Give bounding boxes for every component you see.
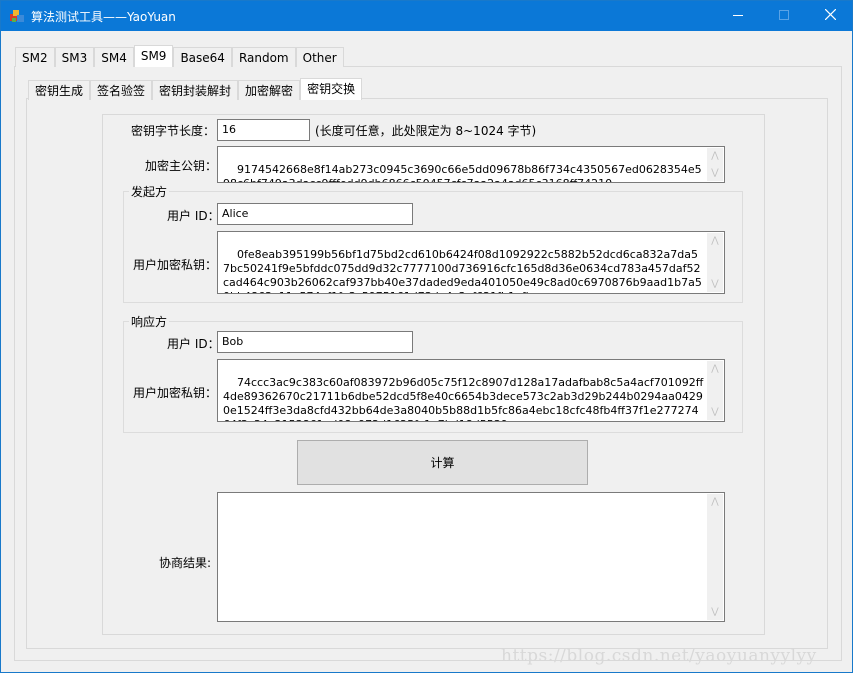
tab-sm9[interactable]: SM9	[133, 45, 174, 67]
responder-user-id-label: 用户 ID：	[167, 337, 220, 351]
algorithm-tabs: SM2 SM3 SM4 SM9 Base64 Random Other	[15, 45, 344, 67]
sm9-function-tabs: 密钥生成 签名验签 密钥封装解封 加密解密 密钥交换	[28, 78, 363, 100]
initiator-user-id-input[interactable]: Alice	[217, 203, 413, 225]
scroll-up-icon[interactable]: ⋀	[707, 495, 723, 509]
tab-sm4[interactable]: SM4	[94, 47, 134, 67]
responder-user-id-input[interactable]: Bob	[217, 331, 413, 353]
tab-key-generation[interactable]: 密钥生成	[28, 80, 91, 100]
scroll-down-icon[interactable]: ⋁	[707, 605, 723, 619]
responder-private-key-textarea[interactable]: 74ccc3ac9c383c60af083972b96d05c75f12c890…	[217, 359, 725, 422]
master-public-key-text: 9174542668e8f14ab273c0945c3690c66e5dd096…	[223, 163, 702, 182]
minimize-button[interactable]	[715, 1, 761, 31]
title-bar[interactable]: 算法测试工具——YaoYuan	[1, 1, 852, 31]
tab-sm3[interactable]: SM3	[54, 47, 95, 67]
result-textarea[interactable]: ⋀ ⋁	[217, 492, 725, 622]
app-icon	[9, 8, 25, 24]
result-label: 协商结果:	[159, 556, 212, 570]
responder-private-key-text: 74ccc3ac9c383c60af083972b96d05c75f12c890…	[223, 376, 704, 421]
tab-sign-verify[interactable]: 签名验签	[90, 80, 153, 100]
key-length-input[interactable]: 16	[217, 119, 310, 141]
watermark: https://blog.csdn.net/yaoyuanyylyy	[501, 646, 817, 666]
minimize-icon	[733, 9, 743, 23]
compute-button[interactable]: 计算	[297, 440, 588, 485]
tab-key-exchange[interactable]: 密钥交换	[300, 78, 363, 100]
key-length-hint: (长度可任意，此处限定为 8~1024 字节)	[315, 124, 537, 138]
key-length-label: 密钥字节长度：	[131, 124, 216, 138]
scroll-down-icon[interactable]: ⋁	[707, 277, 723, 291]
scrollbar[interactable]: ⋀ ⋁	[707, 148, 723, 181]
responder-private-key-label: 用户加密私钥：	[133, 386, 218, 400]
initiator-user-id-label: 用户 ID：	[167, 209, 220, 223]
initiator-private-key-label: 用户加密私钥：	[133, 258, 218, 272]
scrollbar[interactable]: ⋀ ⋁	[707, 494, 723, 620]
initiator-legend: 发起方	[129, 185, 170, 199]
initiator-private-key-text: 0fe8eab395199b56bf1d75bd2cd610b6424f08d1…	[223, 248, 702, 293]
tab-sm2[interactable]: SM2	[15, 47, 55, 67]
initiator-private-key-textarea[interactable]: 0fe8eab395199b56bf1d75bd2cd610b6424f08d1…	[217, 231, 725, 294]
tab-base64[interactable]: Base64	[173, 47, 232, 67]
scroll-down-icon[interactable]: ⋁	[707, 166, 723, 180]
close-button[interactable]	[807, 1, 853, 31]
maximize-icon	[779, 9, 789, 23]
scroll-up-icon[interactable]: ⋀	[707, 149, 723, 163]
scrollbar[interactable]: ⋀ ⋁	[707, 233, 723, 292]
scroll-up-icon[interactable]: ⋀	[707, 234, 723, 248]
tab-key-encapsulation[interactable]: 密钥封装解封	[152, 80, 239, 100]
main-window: 算法测试工具——YaoYuan SM2 SM3 SM4 SM9 Base64 R…	[0, 0, 853, 673]
tab-other[interactable]: Other	[295, 47, 344, 67]
master-public-key-textarea[interactable]: 9174542668e8f14ab273c0945c3690c66e5dd096…	[217, 146, 725, 183]
scrollbar[interactable]: ⋀ ⋁	[707, 361, 723, 420]
tab-random[interactable]: Random	[231, 47, 296, 67]
master-public-key-label: 加密主公钥：	[145, 159, 218, 173]
window-title: 算法测试工具——YaoYuan	[31, 10, 176, 24]
close-icon	[824, 8, 836, 23]
tab-encrypt-decrypt[interactable]: 加密解密	[238, 80, 301, 100]
maximize-button[interactable]	[761, 1, 807, 31]
scroll-up-icon[interactable]: ⋀	[707, 362, 723, 376]
responder-legend: 响应方	[129, 315, 170, 329]
scroll-down-icon[interactable]: ⋁	[707, 405, 723, 419]
